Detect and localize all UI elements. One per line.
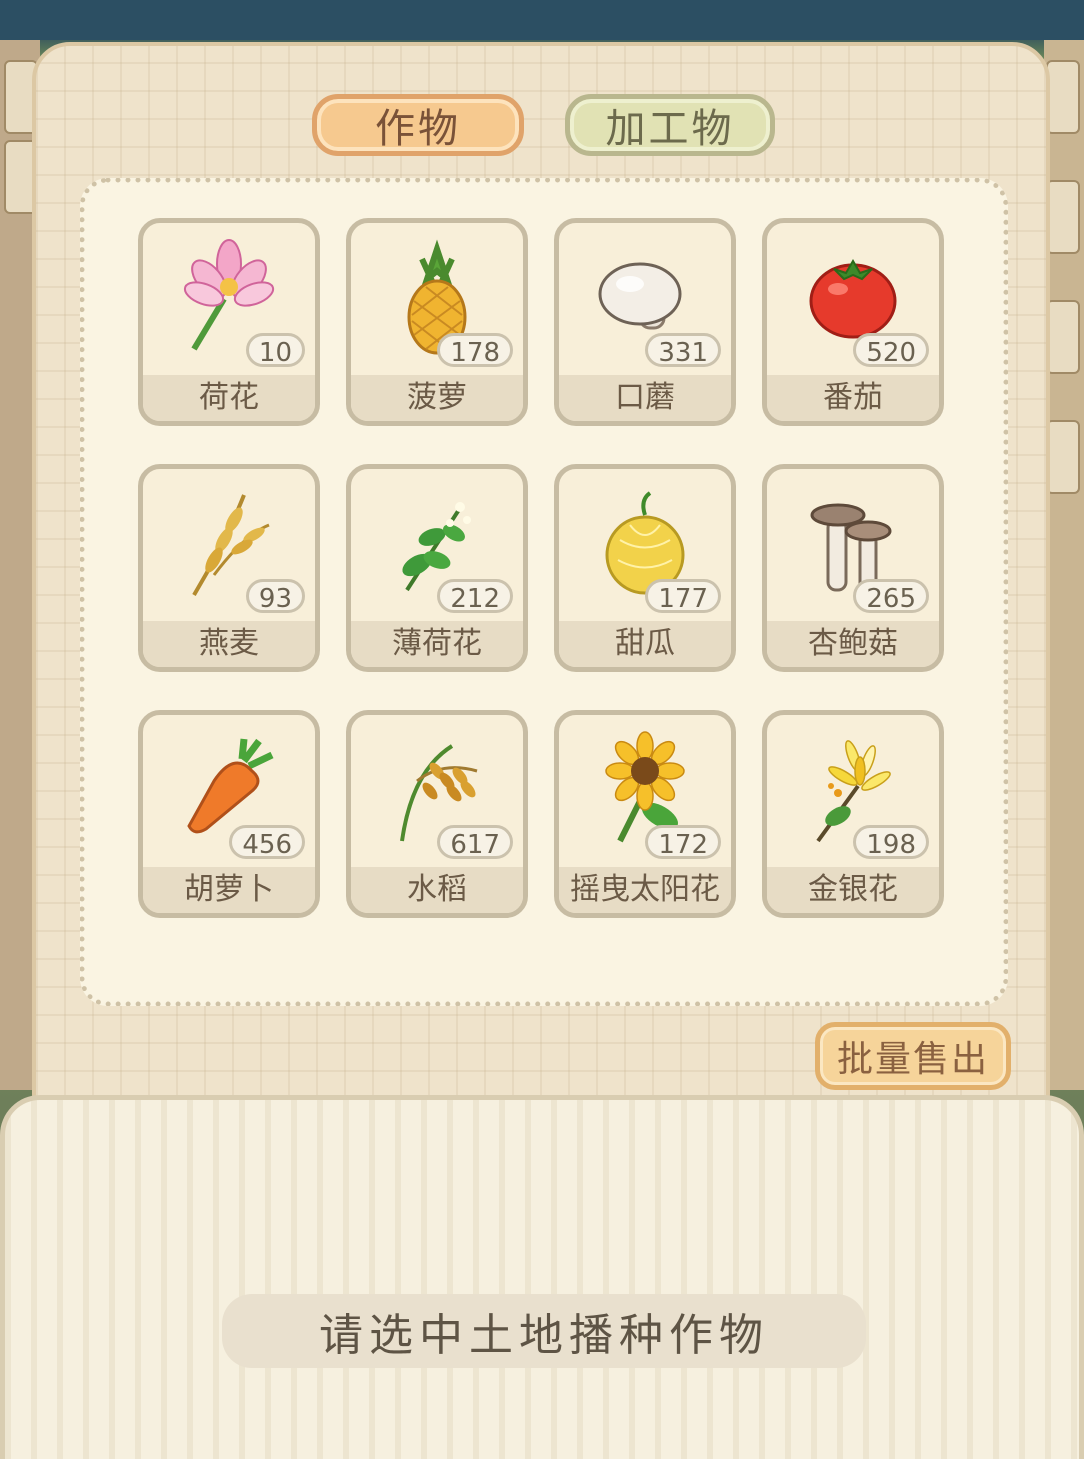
inventory-slot-lotus[interactable]: 10 荷花 [138, 218, 320, 426]
inventory-slot-rice[interactable]: 617 水稻 [346, 710, 528, 918]
right-side-button[interactable] [1046, 300, 1080, 374]
hint-text: 请选中土地播种作物 [222, 1294, 866, 1368]
right-side-button[interactable] [1046, 420, 1080, 494]
item-count: 198 [853, 825, 929, 860]
inventory-slot-melon[interactable]: 177 甜瓜 [554, 464, 736, 672]
item-name: 金银花 [767, 867, 939, 913]
item-name: 杏鲍菇 [767, 621, 939, 667]
inventory-slot-carrot[interactable]: 456 胡萝卜 [138, 710, 320, 918]
item-count: 520 [853, 333, 929, 368]
item-name: 口蘑 [559, 375, 731, 421]
inventory-slot-honeysuckle[interactable]: 198 金银花 [762, 710, 944, 918]
item-name: 燕麦 [143, 621, 315, 667]
item-count: 212 [437, 579, 513, 614]
item-count: 10 [245, 333, 305, 368]
inventory-slot-king-oyster-mushroom[interactable]: 265 杏鲍菇 [762, 464, 944, 672]
right-side-button[interactable] [1046, 180, 1080, 254]
item-name: 胡萝卜 [143, 867, 315, 913]
item-name: 摇曳太阳花 [559, 867, 731, 913]
item-name: 菠萝 [351, 375, 523, 421]
right-side-button[interactable] [1046, 60, 1080, 134]
item-count: 265 [853, 579, 929, 614]
inventory-slot-mushroom[interactable]: 331 口蘑 [554, 218, 736, 426]
inventory-slot-tomato[interactable]: 520 番茄 [762, 218, 944, 426]
item-name: 番茄 [767, 375, 939, 421]
item-name: 薄荷花 [351, 621, 523, 667]
item-count: 93 [245, 579, 305, 614]
item-count: 456 [229, 825, 305, 860]
inventory-slot-pineapple[interactable]: 178 菠萝 [346, 218, 528, 426]
item-name: 甜瓜 [559, 621, 731, 667]
item-count: 617 [437, 825, 513, 860]
inventory-slot-sunflower[interactable]: 172 摇曳太阳花 [554, 710, 736, 918]
item-count: 178 [437, 333, 513, 368]
item-count: 331 [645, 333, 721, 368]
sea-background [0, 0, 1084, 40]
inventory-slot-mint-flower[interactable]: 212 薄荷花 [346, 464, 528, 672]
tab-processed-goods[interactable]: 加工物 [565, 94, 775, 156]
inventory-slot-oat[interactable]: 93 燕麦 [138, 464, 320, 672]
tab-crops[interactable]: 作物 [312, 94, 524, 156]
item-count: 177 [645, 579, 721, 614]
item-name: 水稻 [351, 867, 523, 913]
item-name: 荷花 [143, 375, 315, 421]
bulk-sell-button[interactable]: 批量售出 [815, 1022, 1011, 1090]
item-count: 172 [645, 825, 721, 860]
bottom-info-panel [0, 1095, 1084, 1459]
